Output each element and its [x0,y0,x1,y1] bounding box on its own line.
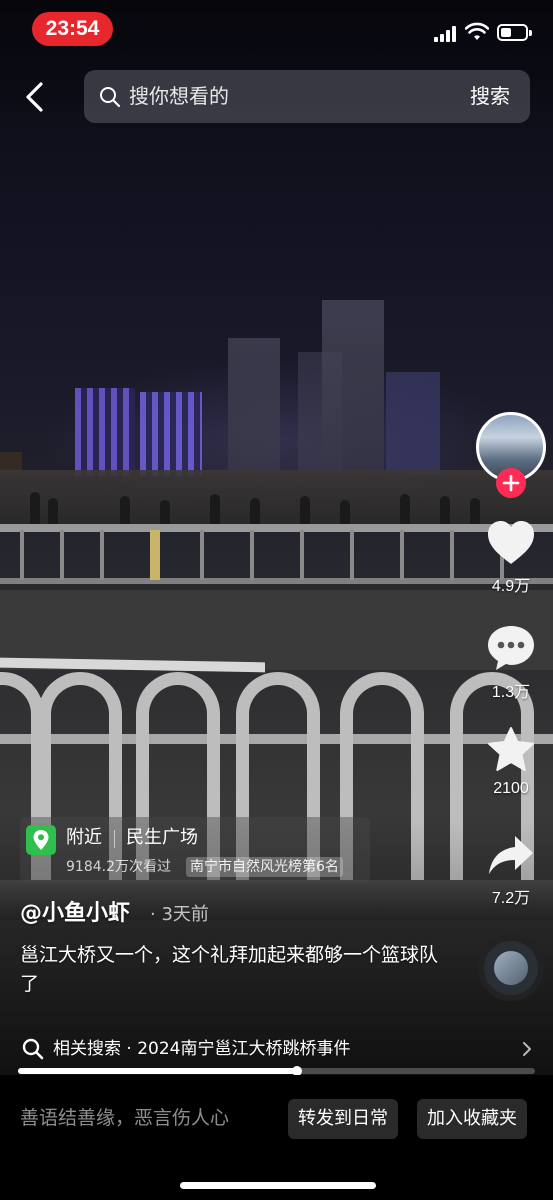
battery-icon [497,24,532,41]
comment-input[interactable]: 善语结善缘，恶言伤人心 [20,1103,229,1133]
post-time: · 3天前 [150,904,209,925]
building [228,338,280,476]
author-name[interactable]: @小鱼小虾 [20,898,130,930]
location-views: 9184.2万次看过 [66,859,171,875]
comment-button[interactable]: 1.3万 [480,624,542,702]
building-lit [140,392,202,476]
like-count: 4.9万 [491,578,531,595]
cellular-signal-icon [434,26,460,42]
star-icon [488,727,534,771]
share-count: 7.2万 [491,890,531,907]
share-button[interactable]: 7.2万 [480,832,542,908]
favorite-button[interactable]: 2100 [480,726,542,798]
share-to-daily-button[interactable]: 转发到日常 [288,1099,398,1139]
search-button[interactable]: 搜索 [455,70,525,123]
playback-progress-bar[interactable] [18,1066,535,1076]
search-icon [22,1038,44,1060]
plus-icon [502,474,520,492]
road [0,590,553,670]
video-caption[interactable]: 邕江大桥又一个，这个礼拜加起来都够一个篮球队了 [20,941,440,999]
location-card[interactable]: 附近 民生广场 9184.2万次看过 南宁市自然风光榜第6名 [20,817,370,883]
favorite-count: 2100 [493,780,529,797]
building [386,372,440,474]
related-search-label: 相关搜索 · 2024南宁邕江大桥跳桥事件 [53,1039,351,1059]
status-time: 23:54 [32,12,113,46]
building-lit [75,388,135,476]
building [322,300,384,472]
progress-fill [18,1068,298,1074]
home-indicator[interactable] [180,1182,376,1189]
comment-count: 1.3万 [491,684,531,701]
related-search-bar[interactable]: 相关搜索 · 2024南宁邕江大桥跳桥事件 [0,1030,553,1068]
status-bar: 23:54 [0,0,553,58]
comment-icon [488,626,534,670]
like-button[interactable]: 4.9万 [480,520,542,596]
back-arrow-icon[interactable] [18,78,52,116]
wifi-icon [465,22,489,40]
location-rank-badge: 南宁市自然风光榜第6名 [186,857,343,877]
search-icon [100,87,121,108]
chevron-right-icon [523,1042,531,1056]
heart-icon [488,521,534,564]
add-to-favorites-button[interactable]: 加入收藏夹 [417,1099,527,1139]
follow-button[interactable] [496,468,526,498]
location-prefix: 附近 [66,827,102,848]
music-cover [494,951,528,985]
share-arrow-icon [489,836,533,874]
music-disc[interactable] [478,935,544,1001]
location-pin-icon [26,825,56,855]
search-placeholder: 搜你想看的 [129,84,229,108]
location-name: 民生广场 [126,827,198,848]
far-railing [0,520,553,590]
location-divider [114,830,115,848]
